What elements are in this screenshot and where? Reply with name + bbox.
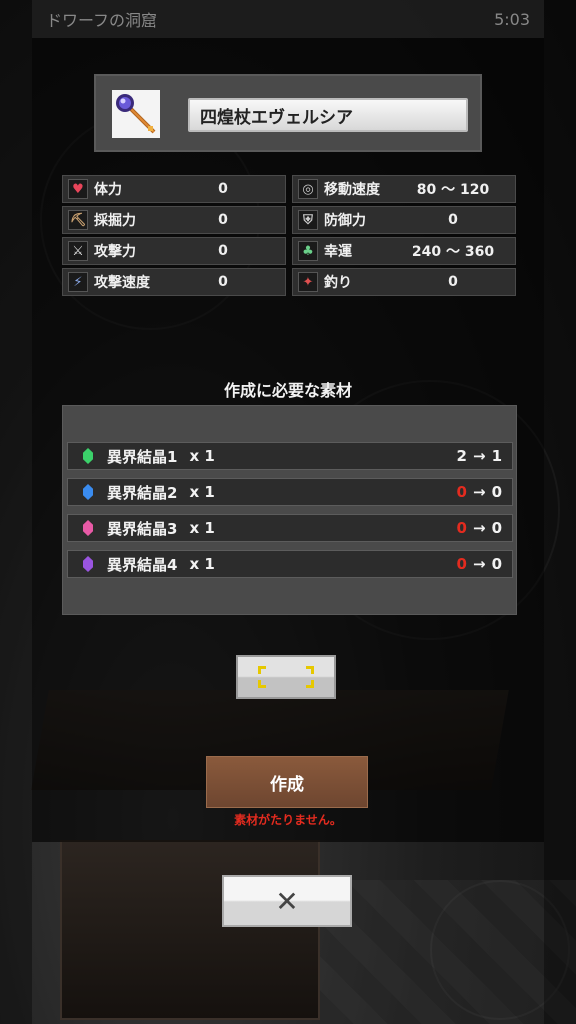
material-row: 異界結晶2 x 1 0 → 0: [67, 478, 513, 506]
material-slot-button[interactable]: [236, 655, 336, 699]
materials-title: 作成に必要な素材: [223, 381, 352, 400]
cabinet: [60, 840, 320, 1020]
item-name: 四煌杖エヴェルシア: [188, 98, 468, 132]
item-header: 四煌杖エヴェルシア: [94, 74, 482, 152]
staff-icon: [112, 90, 160, 138]
clock: 5:03: [494, 9, 530, 29]
error-message: 素材がたりません。: [234, 813, 342, 827]
crystal-icon: [83, 556, 93, 572]
stat-move-speed: ◎ 移動速度 80 ～ 120: [292, 175, 516, 203]
create-button[interactable]: 作成: [206, 756, 368, 808]
crystal-icon: [83, 448, 93, 464]
heart-icon: ♥: [68, 179, 88, 199]
speed-icon: ◎: [298, 179, 318, 199]
materials-panel: 異界結晶1 x 1 2 → 1 異界結晶2 x 1 0 → 0 異界結晶3 x …: [62, 405, 517, 615]
corner-marker: [306, 680, 314, 688]
crystal-icon: [83, 520, 93, 536]
stat-attack: ⚔ 攻撃力 0: [62, 237, 286, 265]
stats-panel: ♥ 体力 0 ◎ 移動速度 80 ～ 120 ⛏ 採掘力 0 ⛨ 防御力 0 ⚔…: [62, 175, 516, 300]
corner-marker: [258, 680, 266, 688]
status-bar: ドワーフの洞窟 5:03: [32, 0, 544, 38]
corner-marker: [258, 666, 266, 674]
close-button[interactable]: ✕: [222, 875, 352, 927]
stat-hp: ♥ 体力 0: [62, 175, 286, 203]
pickaxe-icon: ⛏: [68, 210, 88, 230]
stat-attack-speed: ⚡ 攻撃速度 0: [62, 268, 286, 296]
stat-mining: ⛏ 採掘力 0: [62, 206, 286, 234]
left-margin: [0, 0, 32, 1024]
shield-icon: ⛨: [298, 210, 318, 230]
corner-marker: [306, 666, 314, 674]
material-row: 異界結晶1 x 1 2 → 1: [67, 442, 513, 470]
clover-icon: ♣: [298, 241, 318, 261]
material-row: 異界結晶4 x 1 0 → 0: [67, 550, 513, 578]
location-label: ドワーフの洞窟: [46, 11, 158, 30]
close-icon: ✕: [275, 884, 299, 918]
sword-icon: ⚔: [68, 241, 88, 261]
right-margin: [544, 0, 576, 1024]
fish-icon: ✦: [298, 272, 318, 292]
stat-fishing: ✦ 釣り 0: [292, 268, 516, 296]
stat-luck: ♣ 幸運 240 ～ 360: [292, 237, 516, 265]
crystal-icon: [83, 484, 93, 500]
material-row: 異界結晶3 x 1 0 → 0: [67, 514, 513, 542]
runner-icon: ⚡: [68, 272, 88, 292]
floor-tiles: [320, 880, 576, 1024]
stat-defense: ⛨ 防御力 0: [292, 206, 516, 234]
